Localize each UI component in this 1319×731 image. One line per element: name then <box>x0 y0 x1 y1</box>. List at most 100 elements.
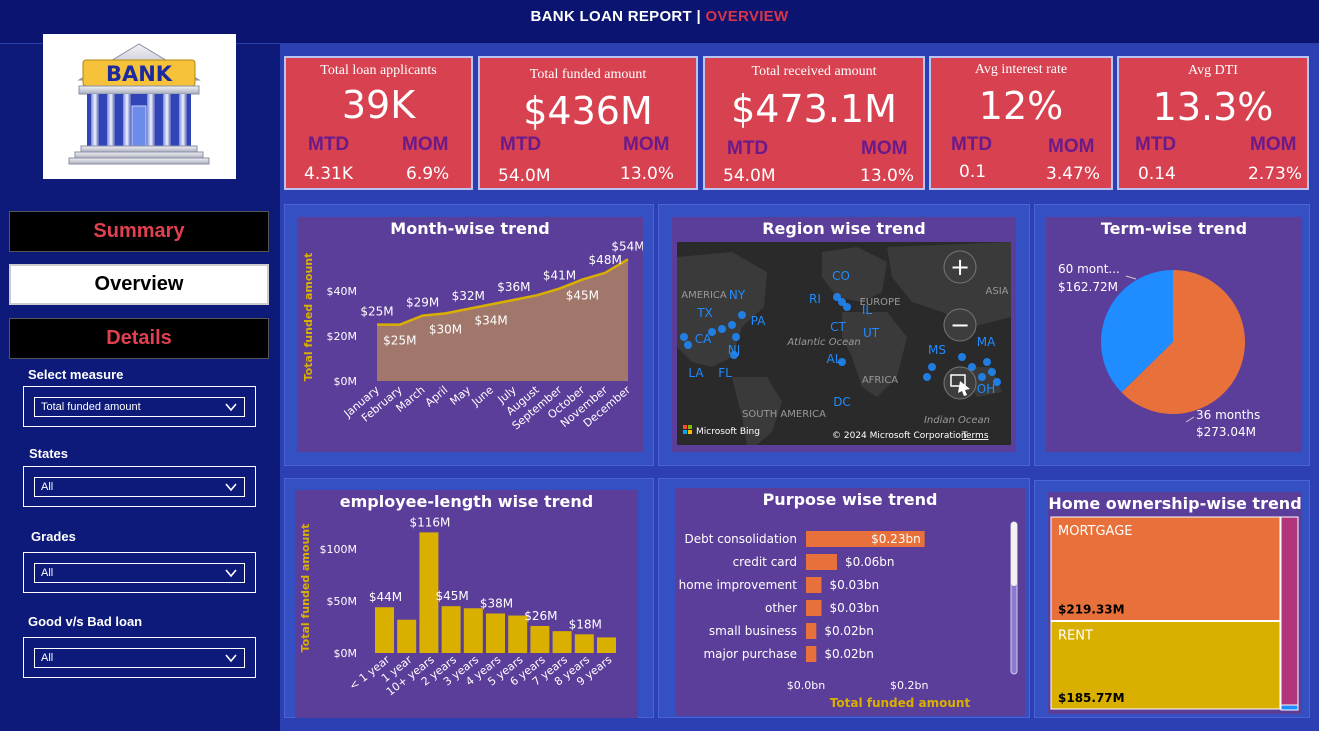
month-trend-chart: Total funded amount$0M$20M$40M$25M$25M$2… <box>302 239 643 432</box>
map-data-point <box>843 303 851 311</box>
map-data-point <box>718 325 726 333</box>
month-data-label: $48M <box>589 253 622 267</box>
month-ytick: $20M <box>327 330 358 343</box>
purpose-bar <box>806 646 817 662</box>
microsoft-logo-icon <box>688 430 692 434</box>
emp-ytick: $50M <box>327 595 358 608</box>
month-data-label: $25M <box>360 305 393 319</box>
kpi-label: Avg interest rate <box>974 62 1068 77</box>
nav-details-button[interactable]: Details <box>9 318 269 359</box>
emp-data-label: $18M <box>569 617 602 631</box>
month-xtick: June <box>469 383 497 409</box>
kpi-mom-value: 6.9% <box>406 164 450 184</box>
purpose-category-label: credit card <box>733 555 797 569</box>
home-trend-card[interactable]: Home ownership-wise trend MORTGAGE $219.3… <box>1048 492 1302 714</box>
kpi-mtd-label: MTD <box>1135 134 1177 155</box>
kpi-mtd-value: 4.31K <box>304 164 353 184</box>
purpose-xtick: $0.0bn <box>787 679 825 692</box>
report-title: BANK LOAN REPORT <box>530 8 693 25</box>
chevron-down-icon <box>225 483 237 492</box>
kpi-total-received-amount[interactable]: Total received amount $473.1M MTD MOM 54… <box>703 56 925 190</box>
map-label: SOUTH AMERICA <box>742 409 826 420</box>
map-label: LA <box>688 366 704 380</box>
states-dropdown-value[interactable]: All <box>34 477 245 497</box>
home-treemap: MORTGAGE $219.33M RENT $185.77M <box>1050 516 1299 711</box>
map-label: OH <box>977 382 995 396</box>
map-data-point <box>680 333 688 341</box>
loan-type-dropdown-value[interactable]: All <box>34 648 245 668</box>
treemap-value: $185.77M <box>1058 691 1125 705</box>
kpi-avg-interest-rate[interactable]: Avg interest rate 12% MTD MOM 0.1 3.47% <box>929 56 1113 190</box>
emp-data-label: $44M <box>369 590 402 604</box>
map-data-point <box>732 333 740 341</box>
map-data-point <box>738 311 746 319</box>
chevron-down-icon <box>225 654 237 663</box>
kpi-label: Total loan applicants <box>320 63 437 78</box>
report-subtitle: OVERVIEW <box>705 8 789 25</box>
kpi-mom-value: 13.0% <box>620 164 675 184</box>
map-data-point <box>978 373 986 381</box>
map-attribution: Microsoft Bing <box>696 427 760 437</box>
term-trend-card[interactable]: Term-wise trend 60 mont... $162.72M 36 mon… <box>1046 217 1302 452</box>
month-data-label: $34M <box>474 313 507 327</box>
map-label: RI <box>809 292 821 306</box>
nav-overview-button[interactable]: Overview <box>9 264 269 305</box>
kpi-value: 39K <box>341 83 416 127</box>
kpi-mom-label: MOM <box>402 134 449 155</box>
emp-bar <box>463 608 483 653</box>
month-data-label: $32M <box>452 289 485 303</box>
month-data-label: $41M <box>543 269 576 283</box>
month-xtick: May <box>447 383 473 408</box>
purpose-trend-card[interactable]: Purpose wise trend Debt consolidation $0.… <box>675 488 1025 716</box>
kpi-mtd-label: MTD <box>951 134 993 155</box>
kpi-value: $473.1M <box>731 87 897 131</box>
treemap-label: RENT <box>1058 628 1093 643</box>
employee-trend-card[interactable]: employee-length wise trend Total funded … <box>295 490 638 718</box>
states-dropdown[interactable]: All <box>23 466 256 507</box>
kpi-avg-dti[interactable]: Avg DTI 13.3% MTD MOM 0.14 2.73% <box>1117 56 1309 190</box>
kpi-value: 12% <box>978 84 1064 128</box>
kpi-mtd-value: 0.1 <box>959 162 987 182</box>
map-label: NY <box>729 288 746 302</box>
chevron-down-icon <box>225 569 237 578</box>
kpi-value: $436M <box>523 89 653 133</box>
map-terms-link[interactable]: Terms <box>961 431 989 441</box>
map-label: MS <box>928 343 946 357</box>
minus-icon: − <box>950 311 970 339</box>
kpi-total-loan-applicants[interactable]: Total loan applicants 39K MTD MOM 4.31K … <box>284 56 473 190</box>
emp-bar <box>441 606 461 653</box>
map-label: MA <box>977 335 996 349</box>
grades-dropdown-value[interactable]: All <box>34 563 245 583</box>
map-label: CT <box>830 320 846 334</box>
kpi-mtd-label: MTD <box>308 134 350 155</box>
grades-dropdown[interactable]: All <box>23 552 256 593</box>
nav-summary-button[interactable]: Summary <box>9 211 269 252</box>
emp-data-label: $38M <box>480 596 513 610</box>
map-label: AFRICA <box>862 375 898 386</box>
measure-filter-label: Select measure <box>28 367 124 382</box>
pie-label-name: 36 months <box>1196 408 1260 422</box>
emp-bar <box>397 619 417 653</box>
kpi-mom-label: MOM <box>1048 136 1095 157</box>
kpi-mom-label: MOM <box>861 138 908 159</box>
kpi-mtd-label: MTD <box>500 134 542 155</box>
kpi-mom-label: MOM <box>1250 134 1297 155</box>
kpi-mtd-value: 54.0M <box>498 166 551 186</box>
kpi-label: Avg DTI <box>1188 63 1238 78</box>
measure-dropdown[interactable]: Total funded amount <box>23 386 256 427</box>
emp-data-label: $45M <box>435 589 468 603</box>
purpose-bar <box>806 577 822 593</box>
month-data-label: $30M <box>429 322 462 336</box>
month-trend-card[interactable]: Month-wise trend Total funded amount $0M $… <box>297 217 643 452</box>
measure-dropdown-value[interactable]: Total funded amount <box>34 397 245 417</box>
map-data-point <box>928 363 936 371</box>
region-trend-card[interactable]: Region wise trend NY TX PA CA NJ LA FL RI CO CT IL… <box>672 217 1016 452</box>
purpose-data-label: $0.02bn <box>824 624 874 638</box>
map-data-point <box>833 293 841 301</box>
purpose-category-label: Debt consolidation <box>684 532 797 546</box>
loan-type-dropdown[interactable]: All <box>23 637 256 678</box>
purpose-category-label: other <box>765 601 797 615</box>
kpi-value: 13.3% <box>1152 85 1274 129</box>
region-map[interactable]: NYTXPACANJLA FLRICOCTILUTALDCMSMAOHAMERIC… <box>672 217 1016 452</box>
kpi-total-funded-amount[interactable]: Total funded amount $436M MTD MOM 54.0M … <box>478 56 698 190</box>
